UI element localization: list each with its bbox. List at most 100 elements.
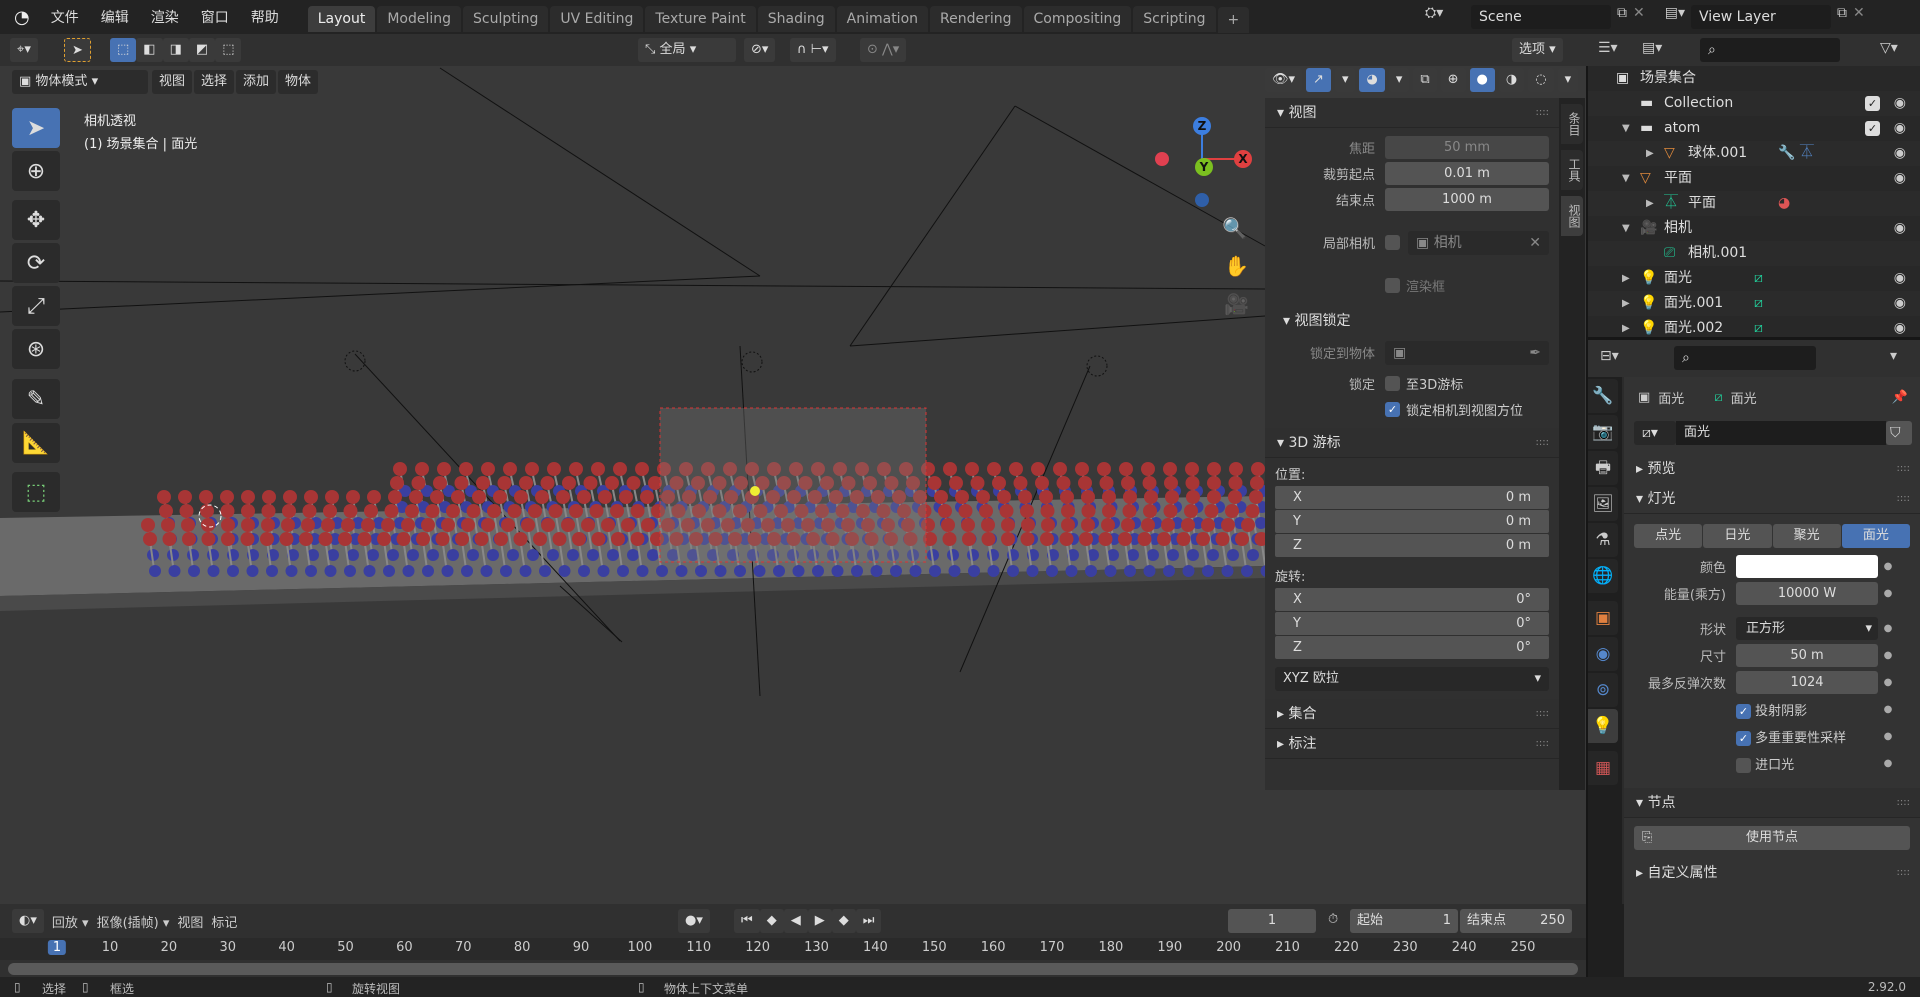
next-keyframe-icon[interactable]: ◆ bbox=[831, 909, 856, 933]
visibility-icon[interactable]: 👁▾ bbox=[1265, 68, 1303, 92]
add-workspace-button[interactable]: + bbox=[1217, 7, 1250, 33]
cast-shadow-checkbox[interactable]: ✓ bbox=[1736, 704, 1751, 719]
local-camera-field[interactable]: ▣ 相机 ✕ bbox=[1408, 230, 1549, 255]
expand-arrow-icon[interactable]: ▼ bbox=[1622, 116, 1630, 141]
light-type-1[interactable]: 日光 bbox=[1703, 524, 1772, 548]
light-browse-button[interactable]: ⧄▾ bbox=[1634, 421, 1676, 445]
object-tab-icon[interactable]: ▣ bbox=[1588, 601, 1618, 635]
outliner-row[interactable]: ▼ ▬ atom ✓ ◉ bbox=[1588, 116, 1920, 141]
select-tool-icon[interactable]: ➤ bbox=[64, 38, 91, 62]
clear-icon[interactable]: ✕ bbox=[1529, 231, 1541, 255]
light-type-2[interactable]: 聚光 bbox=[1772, 524, 1841, 548]
outliner-search-input[interactable]: ⌕ bbox=[1700, 38, 1840, 62]
properties-options-dropdown[interactable]: ▾ bbox=[1890, 348, 1897, 364]
start-frame-field[interactable]: 起始 1 bbox=[1350, 909, 1458, 933]
view-section-header[interactable]: ▾ 视图:::: bbox=[1265, 98, 1559, 128]
view-lock-header[interactable]: ▾ 视图锁定 bbox=[1265, 306, 1559, 336]
workspace-tab-modeling[interactable]: Modeling bbox=[377, 6, 461, 32]
camera-view-icon[interactable]: 🎥 bbox=[1224, 292, 1249, 316]
workspace-tab-shading[interactable]: Shading bbox=[757, 6, 835, 32]
blender-logo-icon[interactable]: ◔ bbox=[0, 7, 40, 28]
color-swatch[interactable] bbox=[1736, 555, 1878, 578]
tool-select-box[interactable]: ➤ bbox=[12, 108, 60, 148]
clip-end-field[interactable]: 1000 m bbox=[1385, 188, 1549, 211]
select-subtract-icon[interactable]: ◨ bbox=[162, 38, 189, 62]
expand-arrow-icon[interactable]: ▼ bbox=[1622, 166, 1630, 191]
tool-transform[interactable]: ⊛ bbox=[12, 329, 60, 369]
frame-ruler[interactable]: 1 10 20 30 40 50 60 70 80 90 100 110 120 130 140 150 160… bbox=[0, 938, 1586, 960]
workspace-tab-compositing[interactable]: Compositing bbox=[1023, 6, 1132, 32]
tool-cursor[interactable]: ⊕ bbox=[12, 151, 60, 191]
preview-section-header[interactable]: ▸ 预览:::: bbox=[1624, 454, 1920, 484]
workspace-tab-texture-paint[interactable]: Texture Paint bbox=[645, 6, 756, 32]
timeline-marker-menu[interactable]: 标记 bbox=[211, 912, 237, 931]
outliner-row[interactable]: ▼ ▽ 平面 ◉ bbox=[1588, 166, 1920, 191]
expand-arrow-icon[interactable]: ▶ bbox=[1646, 141, 1654, 166]
wireframe-shading-icon[interactable]: ⊕ bbox=[1440, 68, 1466, 92]
light-data-icon[interactable]: ⧄ bbox=[1754, 266, 1763, 291]
material-icon[interactable]: ◕ bbox=[1778, 191, 1790, 216]
keyframe-dot[interactable]: ● bbox=[1878, 588, 1898, 599]
max-bounces-field[interactable]: 1024 bbox=[1736, 671, 1878, 694]
xray-icon[interactable]: ⧉ bbox=[1413, 68, 1437, 92]
eye-icon[interactable]: ◉ bbox=[1894, 166, 1906, 191]
shading-dropdown[interactable]: ▾ bbox=[1557, 68, 1579, 92]
mis-checkbox[interactable]: ✓ bbox=[1736, 731, 1751, 746]
view-layer-selector[interactable]: View Layer bbox=[1691, 5, 1831, 29]
focal-length-field[interactable]: 50 mm bbox=[1385, 136, 1549, 159]
workspace-tab-animation[interactable]: Animation bbox=[836, 6, 929, 32]
nodes-section-header[interactable]: ▾ 节点:::: bbox=[1624, 788, 1920, 818]
workspace-tab-uv-editing[interactable]: UV Editing bbox=[550, 6, 644, 32]
gizmo-dropdown[interactable]: ▾ bbox=[1334, 68, 1356, 92]
workspace-tab-layout[interactable]: Layout bbox=[307, 6, 376, 32]
expand-arrow-icon[interactable]: ▶ bbox=[1622, 316, 1630, 341]
workspace-tab-sculpting[interactable]: Sculpting bbox=[463, 6, 549, 32]
select-invert-icon[interactable]: ◩ bbox=[188, 38, 216, 62]
select-intersect-icon[interactable]: ⬚ bbox=[215, 38, 242, 62]
current-frame-field[interactable]: 1 bbox=[1228, 909, 1316, 933]
tool-move[interactable]: ✥ bbox=[12, 200, 60, 240]
physics-tab-icon[interactable]: ◉ bbox=[1588, 637, 1618, 671]
overlay-toggle-icon[interactable]: ◕ bbox=[1359, 68, 1385, 92]
options-dropdown[interactable]: 选项 ▾ bbox=[1512, 38, 1563, 62]
cursor-rotation-z-field[interactable]: Z 0° bbox=[1275, 636, 1549, 659]
workspace-tab-scripting[interactable]: Scripting bbox=[1133, 6, 1216, 32]
rotation-mode-dropdown[interactable]: XYZ 欧拉 ▾ bbox=[1275, 667, 1549, 691]
tool-add-cube[interactable]: ⬚ bbox=[12, 472, 60, 512]
menu-0[interactable]: 文件 bbox=[40, 7, 90, 27]
viewport-menu-3[interactable]: 物体 bbox=[278, 70, 319, 94]
zoom-view-icon[interactable]: 🔍 bbox=[1222, 216, 1247, 240]
gizmo-toggle-icon[interactable]: ↗ bbox=[1306, 68, 1331, 92]
outliner-editor-type-icon[interactable]: ☰▾ bbox=[1598, 40, 1618, 56]
mode-dropdown[interactable]: ▣ 物体模式 ▾ bbox=[12, 70, 148, 94]
timeline-editor-type-icon[interactable]: ◐▾ bbox=[12, 909, 44, 933]
menu-3[interactable]: 窗口 bbox=[190, 7, 240, 27]
expand-arrow-icon[interactable]: ▶ bbox=[1622, 291, 1630, 316]
cursor-location-z-field[interactable]: Z 0 m bbox=[1275, 534, 1549, 557]
timeline-scrollbar[interactable] bbox=[8, 963, 1578, 975]
delete-view-layer-icon[interactable]: ✕ bbox=[1853, 5, 1865, 29]
tool-rotate[interactable]: ⟳ bbox=[12, 243, 60, 283]
timeline-view-menu[interactable]: 视图 bbox=[177, 912, 203, 931]
outliner-row[interactable]: ▣ 场景集合 bbox=[1588, 66, 1920, 91]
use-nodes-button[interactable]: ⎘ 使用节点 bbox=[1634, 826, 1910, 850]
jump-start-icon[interactable]: ⏮ bbox=[734, 909, 760, 933]
sidebar-tab-1[interactable]: 工具 bbox=[1561, 150, 1583, 190]
menu-1[interactable]: 编辑 bbox=[90, 7, 140, 27]
tool-scale[interactable]: ⤢ bbox=[12, 286, 60, 326]
eye-icon[interactable]: ◉ bbox=[1894, 291, 1906, 316]
exclude-checkbox[interactable]: ✓ bbox=[1865, 96, 1880, 111]
workspace-tab-rendering[interactable]: Rendering bbox=[930, 6, 1022, 32]
menu-2[interactable]: 渲染 bbox=[140, 7, 190, 27]
custom-props-section-header[interactable]: ▸ 自定义属性:::: bbox=[1624, 858, 1920, 888]
keyframe-dot[interactable]: ● bbox=[1878, 623, 1898, 634]
properties-editor-type-icon[interactable]: ⊟▾ bbox=[1600, 348, 1619, 364]
viewport-menu-2[interactable]: 添加 bbox=[236, 70, 277, 94]
pan-view-icon[interactable]: ✋ bbox=[1224, 254, 1249, 278]
light-section-header[interactable]: ▾ 灯光:::: bbox=[1624, 484, 1920, 514]
power-field[interactable]: 10000 W bbox=[1736, 582, 1878, 605]
sidebar-tab-2[interactable]: 视图 bbox=[1561, 196, 1583, 236]
lock-to-cursor-checkbox[interactable] bbox=[1385, 376, 1400, 391]
viewport-menu-0[interactable]: 视图 bbox=[152, 70, 193, 94]
select-extend-icon[interactable]: ◧ bbox=[136, 38, 163, 62]
